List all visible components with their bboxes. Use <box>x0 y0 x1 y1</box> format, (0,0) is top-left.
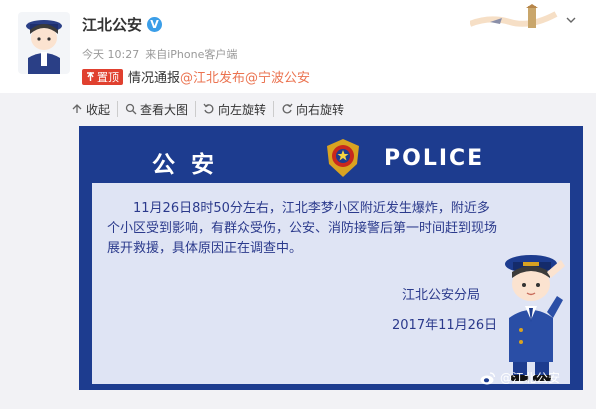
rotate-right-icon <box>282 103 293 114</box>
rotate-right-button[interactable]: 向右旋转 <box>274 101 351 117</box>
post-time[interactable]: 今天 10:27 <box>82 46 139 62</box>
media-toolbar: 收起 查看大图 向左旋转 向右旋转 <box>64 101 351 117</box>
weibo-logo-icon <box>480 371 496 384</box>
avatar[interactable] <box>18 12 70 74</box>
post-source[interactable]: iPhone客户端 <box>167 46 237 62</box>
police-emblem-icon <box>327 139 359 177</box>
mention-jiangbei-fabu[interactable]: @江北发布 <box>180 67 245 86</box>
expanded-media: 收起 查看大图 向左旋转 向右旋转 公安 POLICE 11月26日8时50分左… <box>0 93 596 409</box>
author-label[interactable]: 江北公安 <box>82 14 142 35</box>
view-large-label: 查看大图 <box>140 102 189 117</box>
notice-body: 11月26日8时50分左右，江北李梦小区附近发生爆炸，附近多个小区受到影响，有群… <box>107 201 498 256</box>
weibo-watermark: @江北公安 <box>480 369 560 386</box>
post-text: 情况通报 <box>128 71 181 86</box>
pin-label: 置顶 <box>97 70 119 84</box>
pinned-badge: 置顶 <box>82 68 123 85</box>
post-text-line: 置顶 情况通报 @江北发布 @宁波公安 <box>82 67 310 86</box>
author-name[interactable]: 江北公安 V <box>82 14 163 35</box>
verified-icon: V <box>147 17 163 32</box>
pin-icon <box>87 71 94 81</box>
view-large-button[interactable]: 查看大图 <box>118 101 197 117</box>
collapse-button[interactable]: 收起 <box>64 101 119 117</box>
chevron-down-icon[interactable] <box>565 14 577 26</box>
notice-banner: 公安 POLICE <box>92 132 570 183</box>
post-meta: 今天 10:27 来自 iPhone客户端 <box>82 46 237 62</box>
banner-title-en: POLICE <box>384 146 485 171</box>
mention-ningbo-gongan[interactable]: @宁波公安 <box>245 67 310 86</box>
police-officer-illustration <box>505 255 565 381</box>
post-header: 江北公安 V 今天 10:27 来自 iPhone客户端 置顶 情况通报 @江北… <box>0 0 596 93</box>
notice-signature-org: 江北公安分局 <box>402 288 481 303</box>
watermark-text: @江北公安 <box>500 371 561 385</box>
arrow-up-icon <box>72 104 82 113</box>
rotate-right-label: 向右旋转 <box>296 102 345 117</box>
rotate-left-icon <box>203 103 214 114</box>
police-notice-image[interactable]: 公安 POLICE 11月26日8时50分左右，江北李梦小区附近发生爆炸，附近多… <box>79 126 583 390</box>
rotate-left-button[interactable]: 向左旋转 <box>196 101 275 117</box>
collapse-label: 收起 <box>86 102 111 117</box>
zoom-icon <box>125 103 137 115</box>
source-prefix: 来自 <box>145 48 168 61</box>
rotate-left-label: 向左旋转 <box>218 102 267 117</box>
festival-decoration <box>468 4 560 32</box>
notice-signature-date: 2017年11月26日 <box>392 318 498 333</box>
banner-title-cn: 公安 <box>152 152 230 178</box>
notice-panel: 公安 POLICE 11月26日8时50分左右，江北李梦小区附近发生爆炸，附近多… <box>92 132 570 384</box>
